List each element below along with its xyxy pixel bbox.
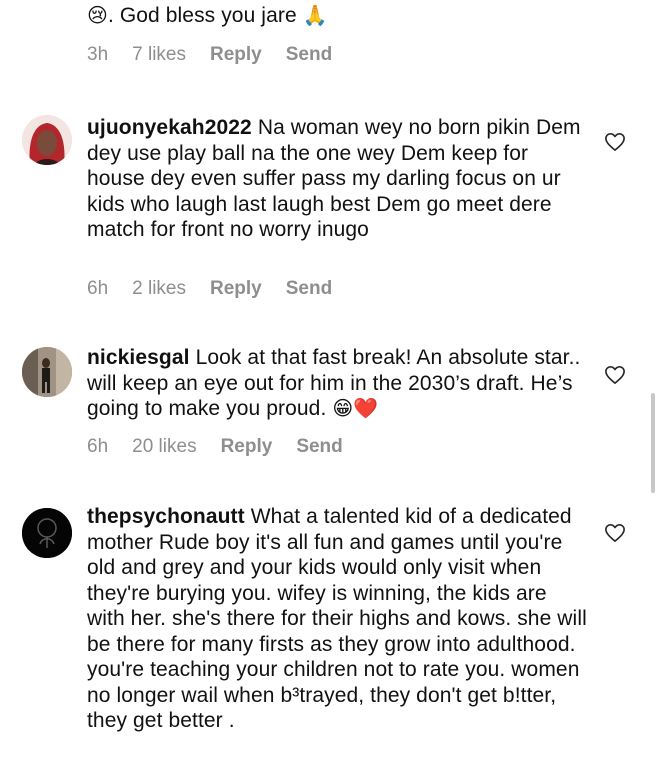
comment-time: 3h: [87, 44, 109, 65]
comment-meta: 6h 20 likes Reply Send: [87, 436, 367, 458]
comment-time: 6h: [87, 436, 109, 457]
comment-text-line: . God bless you jare: [107, 4, 297, 27]
send-button[interactable]: Send: [286, 278, 332, 300]
comment-thepsychonautt: thepsychonautt What a talented kid of a d…: [0, 503, 660, 760]
send-button[interactable]: Send: [296, 436, 342, 458]
comment-text: nickiesgal Look at that fast break! An ab…: [87, 345, 587, 422]
comment-time: 6h: [87, 278, 109, 299]
avatar[interactable]: [22, 347, 72, 397]
reply-button[interactable]: Reply: [210, 44, 262, 66]
send-button[interactable]: Send: [286, 44, 332, 66]
avatar[interactable]: [22, 508, 72, 558]
likes-count[interactable]: 2 likes: [132, 278, 186, 300]
praying-hands-emoji: 🙏: [302, 3, 328, 27]
comment-text: thepsychonautt What a talented kid of a d…: [87, 504, 587, 734]
comment-partial: 😢. God bless you jare 🙏 3h 7 likes Reply…: [0, 0, 660, 80]
username[interactable]: ujuonyekah2022: [87, 116, 252, 139]
comment-body: What a talented kid of a dedicated mothe…: [87, 505, 587, 732]
heart-outline-icon[interactable]: [604, 132, 626, 152]
comment-ujuonyekah2022: ujuonyekah2022 Na woman wey no born pikin…: [0, 110, 660, 310]
comment-text: 😢. God bless you jare 🙏: [87, 3, 587, 29]
crying-emoji: 😢: [87, 3, 108, 27]
comment-text: ujuonyekah2022 Na woman wey no born pikin…: [87, 115, 587, 243]
username[interactable]: nickiesgal: [87, 346, 190, 369]
likes-count[interactable]: 20 likes: [132, 436, 196, 458]
heart-outline-icon[interactable]: [604, 365, 626, 385]
comment-nickiesgal: nickiesgal Look at that fast break! An ab…: [0, 343, 660, 473]
heart-outline-icon[interactable]: [604, 523, 626, 543]
comments-feed: 😢. God bless you jare 🙏 3h 7 likes Reply…: [0, 0, 660, 760]
scrollbar[interactable]: [651, 393, 655, 493]
comment-meta: 3h 7 likes Reply Send: [87, 44, 356, 66]
reply-button[interactable]: Reply: [221, 436, 273, 458]
grin-heart-emoji: 😁❤️: [332, 396, 379, 420]
comment-meta: 6h 2 likes Reply Send: [87, 278, 356, 300]
avatar[interactable]: [22, 115, 72, 165]
reply-button[interactable]: Reply: [210, 278, 262, 300]
username[interactable]: thepsychonautt: [87, 505, 245, 528]
likes-count[interactable]: 7 likes: [132, 44, 186, 66]
